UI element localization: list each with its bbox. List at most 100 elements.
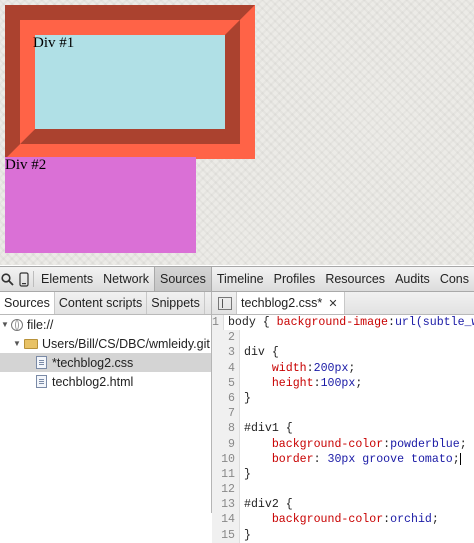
line-number: 1	[212, 315, 224, 331]
toggle-navigator-icon[interactable]	[218, 296, 232, 310]
code-line[interactable]: 7	[212, 406, 474, 422]
toolbar-divider	[33, 271, 35, 287]
navigator-tabs: Sources Content scripts Snippets	[0, 292, 211, 315]
tree-item-file-css[interactable]: *techblog2.css	[0, 353, 211, 372]
line-number: 9	[212, 436, 240, 452]
tab-elements[interactable]: Elements	[36, 267, 98, 291]
css-property: background-image	[276, 316, 388, 329]
line-content: #div1 {	[240, 421, 293, 436]
css-text: }	[244, 391, 251, 405]
css-text	[244, 377, 272, 390]
line-content: }	[240, 391, 251, 406]
line-content: body { background-image:url(subtle_w	[224, 315, 474, 330]
tab-snippets[interactable]: Snippets	[147, 292, 205, 314]
chevron-down-icon[interactable]: ▼	[0, 320, 10, 329]
line-number: 12	[212, 482, 240, 498]
css-value: url(subtle_w	[394, 316, 474, 329]
source-editor: techblog2.css* ✕ 1 body { background-imag…	[212, 292, 474, 543]
line-content: }	[240, 528, 251, 543]
code-line[interactable]: 15}	[212, 527, 474, 543]
code-line[interactable]: 8 #div1 {	[212, 421, 474, 437]
css-value: orchid	[390, 513, 432, 527]
line-content: div {	[240, 345, 279, 360]
search-icon[interactable]	[0, 267, 16, 291]
line-number: 7	[212, 406, 240, 422]
tree-item-label: *techblog2.css	[52, 355, 134, 370]
line-content: background-color:powderblue;	[240, 437, 467, 452]
line-content	[240, 482, 244, 497]
page-preview: Div #1 Div #2	[0, 0, 474, 265]
editor-tab-techblog2-css[interactable]: techblog2.css* ✕	[236, 292, 345, 314]
file-icon	[36, 375, 47, 388]
css-property: height	[271, 376, 314, 390]
code-line[interactable]: 6}	[212, 390, 474, 407]
css-text: ;	[452, 452, 460, 466]
tree-item-root[interactable]: ▼ file://	[0, 315, 211, 334]
tab-cons[interactable]: Cons	[435, 267, 474, 291]
css-value: 30px groove tomato	[327, 452, 453, 466]
device-mode-icon[interactable]	[16, 267, 32, 291]
code-line[interactable]: 5 height:100px;	[212, 375, 474, 391]
line-content: height:100px;	[240, 376, 362, 391]
css-value: powderblue	[390, 437, 460, 451]
code-line[interactable]: 10 border: 30px groove tomato;	[212, 451, 474, 467]
css-text	[244, 362, 272, 375]
devtools-toolbar: Elements Network Sources Timeline Profiles Re…	[0, 267, 474, 292]
code-line[interactable]: 9 background-color:powderblue;	[212, 436, 474, 452]
tree-item-label: file://	[27, 317, 54, 332]
code-line[interactable]: 13 #div2 {	[212, 497, 474, 513]
css-property: background-color	[271, 437, 384, 451]
css-value: 200px	[313, 361, 349, 375]
devtools-panel: Elements Network Sources Timeline Profiles Re…	[0, 266, 474, 543]
tab-audits[interactable]: Audits	[390, 267, 435, 291]
line-number: 14	[212, 512, 240, 528]
css-value: 100px	[320, 376, 356, 390]
close-icon[interactable]: ✕	[328, 297, 337, 310]
line-content	[240, 406, 244, 421]
code-line[interactable]: 4 width:200px;	[212, 360, 474, 376]
sources-navigator: Sources Content scripts Snippets ▼ file:…	[0, 292, 212, 513]
code-line[interactable]: 14 background-color:orchid;	[212, 512, 474, 528]
css-text	[244, 513, 272, 526]
chevron-down-icon[interactable]: ▼	[12, 339, 22, 348]
css-text: body {	[227, 316, 277, 329]
tree-item-folder[interactable]: ▼ Users/Bill/CS/DBC/wmleidy.git	[0, 334, 211, 353]
code-line[interactable]: 2	[212, 330, 474, 346]
div1-box[interactable]: Div #1	[5, 5, 255, 159]
file-icon	[36, 356, 47, 369]
css-text: ;	[459, 437, 467, 451]
tab-resources[interactable]: Resources	[320, 267, 390, 291]
code-area[interactable]: 1 body { background-image:url(subtle_w 2 3 d…	[212, 315, 474, 543]
code-line[interactable]: 1 body { background-image:url(subtle_w	[212, 315, 474, 331]
tab-content-scripts[interactable]: Content scripts	[55, 292, 148, 314]
css-text: #div1 {	[244, 422, 293, 436]
tab-sources[interactable]: Sources	[153, 267, 212, 291]
css-text: }	[244, 467, 251, 481]
tree-item-file-html[interactable]: techblog2.html	[0, 372, 211, 391]
line-content	[240, 330, 244, 345]
tab-sources[interactable]: Sources	[0, 292, 55, 314]
editor-tab-label: techblog2.css*	[241, 296, 323, 310]
css-property: background-color	[271, 513, 384, 527]
css-text	[244, 453, 272, 466]
tab-timeline[interactable]: Timeline	[212, 267, 269, 291]
code-line[interactable]: 11}	[212, 466, 474, 483]
css-text: #div2 {	[244, 498, 293, 512]
css-text: :	[313, 376, 321, 390]
line-number: 3	[212, 345, 240, 361]
line-number: 5	[212, 375, 240, 391]
line-number: 2	[212, 330, 240, 346]
code-line[interactable]: 3 div {	[212, 345, 474, 361]
line-number: 8	[212, 421, 240, 437]
css-text	[244, 438, 272, 451]
css-property: border	[271, 452, 314, 466]
tab-network[interactable]: Network	[98, 267, 154, 291]
tree-item-label: techblog2.html	[52, 374, 134, 389]
div2-box[interactable]: Div #2	[5, 157, 196, 253]
line-number: 11	[212, 466, 240, 483]
line-number: 6	[212, 390, 240, 407]
folder-icon	[24, 338, 38, 349]
tab-profiles[interactable]: Profiles	[269, 267, 321, 291]
code-line[interactable]: 12	[212, 482, 474, 498]
css-text: div {	[244, 346, 279, 360]
